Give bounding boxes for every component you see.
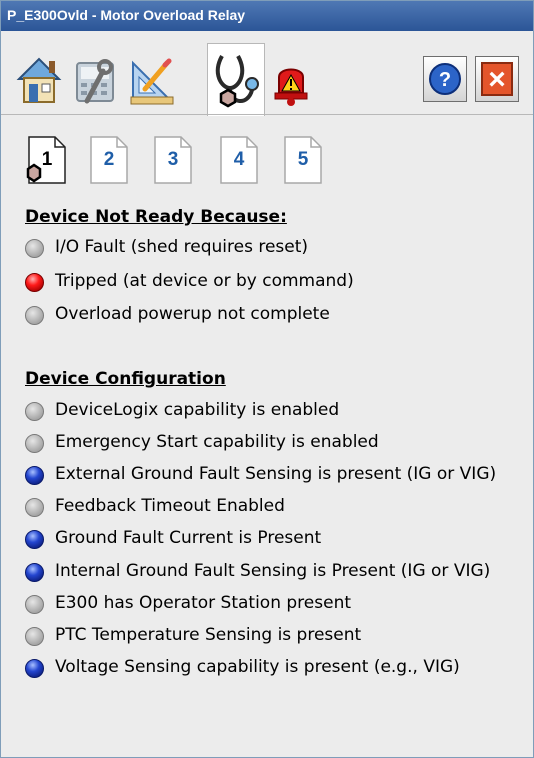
status-indicator-icon (25, 273, 44, 292)
status-indicator-icon (25, 402, 44, 421)
status-label: PTC Temperature Sensing is present (55, 625, 362, 645)
tab-diagnostics[interactable] (207, 43, 265, 116)
alarm-icon (274, 68, 308, 106)
status-label: I/O Fault (shed requires reset) (55, 237, 309, 257)
engineering-icon (130, 58, 174, 105)
status-label: Ground Fault Current is Present (55, 528, 322, 548)
status-indicator-icon (25, 498, 44, 517)
window-title: P_E300Ovld - Motor Overload Relay (7, 7, 246, 23)
title-bar[interactable]: P_E300Ovld - Motor Overload Relay (1, 1, 533, 31)
status-label: E300 has Operator Station present (55, 593, 352, 613)
status-label: External Ground Fault Sensing is present… (55, 464, 497, 484)
config-title: Device Configuration (25, 369, 226, 389)
status-label: Overload powerup not complete (55, 304, 330, 324)
status-indicator-icon (25, 239, 44, 258)
svg-text:?: ? (439, 69, 451, 91)
page-number: 5 (297, 149, 309, 170)
help-icon: ? (429, 63, 461, 95)
status-label: Internal Ground Fault Sensing is Present… (55, 561, 491, 581)
tab-alarms[interactable] (263, 49, 319, 111)
not-ready-title: Device Not Ready Because: (25, 207, 287, 227)
diagnostics-icon (215, 55, 259, 108)
faceplate-window: P_E300Ovld - Motor Overload Relay ? × 1 … (0, 0, 534, 758)
status-label: Feedback Timeout Enabled (55, 496, 285, 516)
page-3-button[interactable]: 3 (151, 135, 195, 184)
status-indicator-icon (25, 466, 44, 485)
status-label: Tripped (at device or by command) (55, 271, 354, 291)
tab-maintenance[interactable] (67, 49, 123, 111)
status-indicator-icon (25, 563, 44, 582)
svg-text:×: × (488, 63, 506, 96)
status-label: Voltage Sensing capability is present (e… (55, 657, 460, 677)
status-indicator-icon (25, 595, 44, 614)
status-indicator-icon (25, 659, 44, 678)
help-button[interactable]: ? (423, 56, 467, 102)
page-number: 4 (233, 149, 245, 170)
close-icon: × (481, 62, 513, 96)
page-1-button[interactable]: 1 (25, 135, 69, 184)
tab-engineering[interactable] (123, 49, 179, 111)
status-label: DeviceLogix capability is enabled (55, 400, 340, 420)
page-5-button[interactable]: 5 (281, 135, 325, 184)
page-number: 3 (167, 149, 179, 170)
status-indicator-icon (25, 530, 44, 549)
status-indicator-icon (25, 627, 44, 646)
status-indicator-icon (25, 306, 44, 325)
page-4-button[interactable]: 4 (217, 135, 261, 184)
close-button[interactable]: × (475, 56, 519, 102)
status-label: Emergency Start capability is enabled (55, 432, 379, 452)
status-indicator-icon (25, 434, 44, 453)
diagnostics-panel: 1 2 3 4 5 Device Not Ready Because: I/O … (11, 115, 533, 757)
page-number: 2 (103, 149, 115, 170)
tab-home[interactable] (11, 49, 67, 111)
page-2-button[interactable]: 2 (87, 135, 131, 184)
home-icon (16, 57, 62, 103)
page-number: 1 (41, 149, 53, 170)
maintenance-icon (76, 59, 114, 104)
